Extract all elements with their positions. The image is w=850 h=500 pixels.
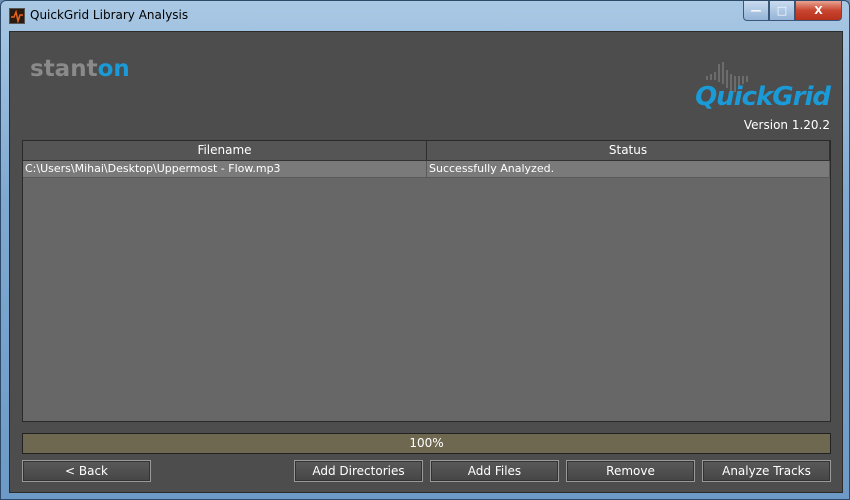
remove-button[interactable]: Remove: [566, 460, 695, 482]
add-files-button[interactable]: Add Files: [430, 460, 559, 482]
quickgrid-logo: QuickGrid: [695, 82, 831, 112]
version-label: Version 1.20.2: [743, 118, 830, 132]
client-area: stanton QuickGrid Version 1.20.2 Filenam…: [9, 31, 843, 493]
stanton-logo: stanton: [30, 56, 130, 82]
column-header-status[interactable]: Status: [427, 141, 830, 160]
column-header-filename[interactable]: Filename: [23, 141, 427, 160]
add-directories-button[interactable]: Add Directories: [294, 460, 423, 482]
progress-bar: 100%: [22, 433, 831, 454]
logo-suffix: on: [97, 56, 130, 82]
progress-label: 100%: [409, 436, 444, 450]
minimize-button[interactable]: —: [743, 1, 769, 21]
filename-cell: C:\Users\Mihai\Desktop\Uppermost - Flow.…: [23, 161, 427, 177]
window-title: QuickGrid Library Analysis: [30, 8, 189, 22]
table-row[interactable]: C:\Users\Mihai\Desktop\Uppermost - Flow.…: [23, 161, 830, 178]
analyze-tracks-button[interactable]: Analyze Tracks: [702, 460, 831, 482]
logo-prefix: stant: [30, 56, 98, 82]
maximize-button[interactable]: □: [769, 1, 795, 21]
tracks-table[interactable]: Filename Status C:\Users\Mihai\Desktop\U…: [22, 140, 831, 422]
close-button[interactable]: X: [795, 1, 842, 21]
back-button[interactable]: < Back: [22, 460, 151, 482]
window-frame: QuickGrid Library Analysis — □ X stanton…: [0, 0, 850, 500]
status-cell: Successfully Analyzed.: [427, 161, 830, 177]
app-icon: [9, 8, 25, 24]
table-header: Filename Status: [23, 141, 830, 161]
